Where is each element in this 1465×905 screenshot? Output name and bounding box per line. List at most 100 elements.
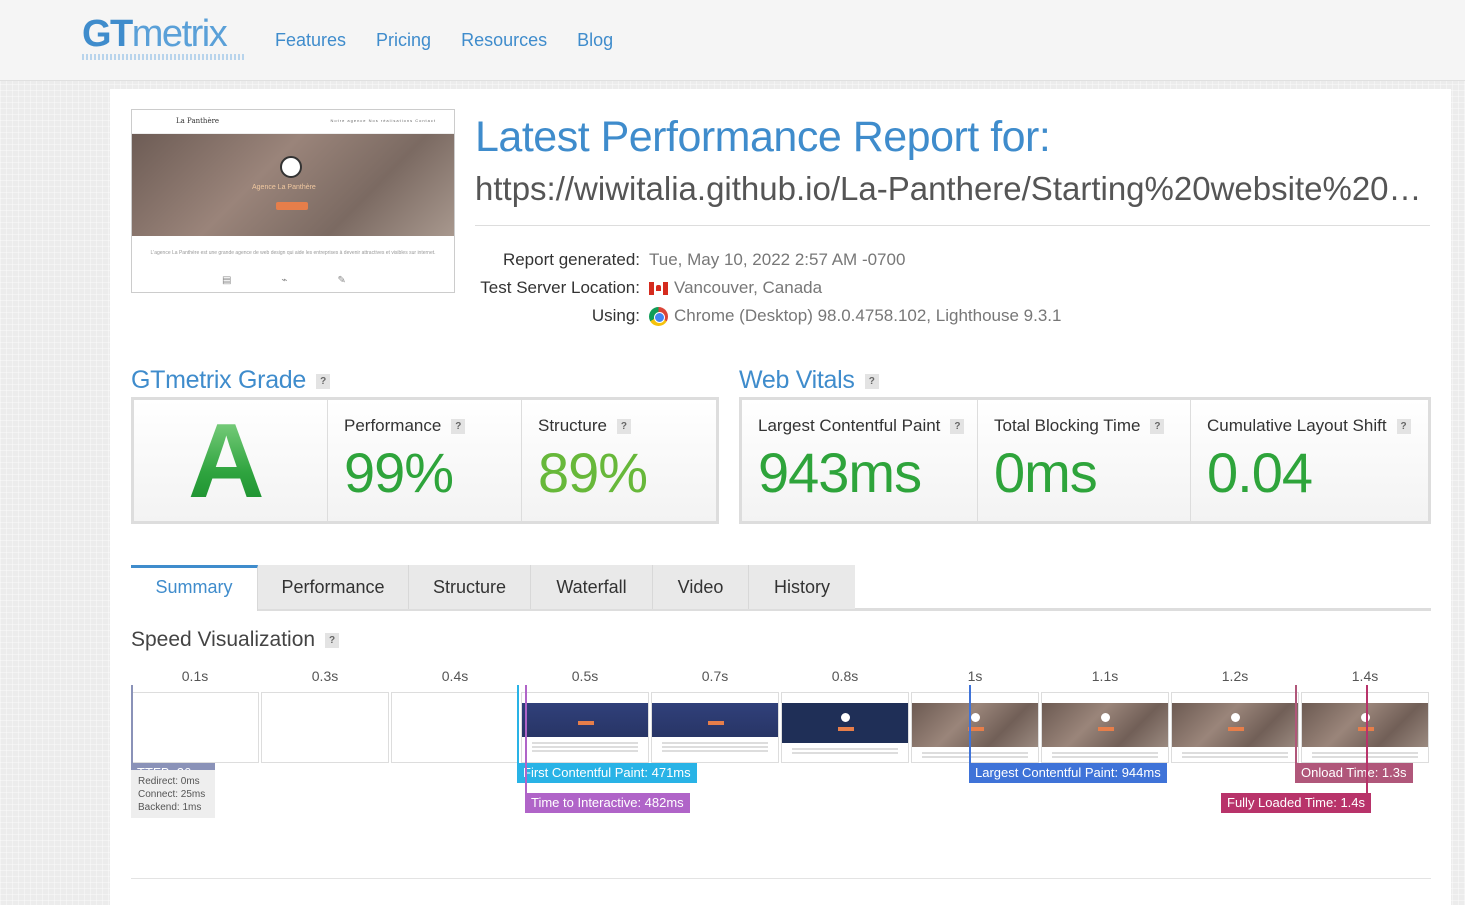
frame-partial[interactable] <box>521 692 649 763</box>
frame-time: 1.1s <box>1091 668 1119 684</box>
thumb-navbar: La Panthère Notre agence Nos réalisation… <box>132 110 454 134</box>
frame-blank[interactable] <box>261 692 389 763</box>
speed-filmstrip: 0.1s 0.3s 0.4s 0.5s 0.7s 0.8s 1s 1.1s 1.… <box>131 667 1431 867</box>
thumb-nav-links: Notre agence Nos réalisations Contact <box>330 118 436 123</box>
logo-underline <box>82 54 244 60</box>
layout-icon: ▤ <box>222 275 232 286</box>
frame-blank[interactable] <box>131 692 259 763</box>
frame-time: 0.1s <box>181 668 209 684</box>
help-icon[interactable]: ? <box>864 373 879 389</box>
ttfb-marker <box>131 685 133 775</box>
performance-value: 99% <box>344 441 454 504</box>
tab-video[interactable]: Video <box>653 565 749 609</box>
help-icon[interactable]: ? <box>451 419 466 435</box>
report-meta: Report generated: Tue, May 10, 2022 2:57… <box>460 246 1061 330</box>
divider <box>475 225 1430 226</box>
tab-waterfall[interactable]: Waterfall <box>531 565 653 609</box>
grade-heading: GTmetrix Grade? <box>131 365 330 395</box>
redirect-time: Redirect: 0ms <box>138 776 200 787</box>
using-label: Using: <box>591 306 640 325</box>
tab-history[interactable]: History <box>749 565 855 609</box>
tbt-value: 0ms <box>994 441 1098 504</box>
frame-partial[interactable] <box>651 692 779 763</box>
help-icon[interactable]: ? <box>616 419 631 435</box>
backend-time: Backend: 1ms <box>138 802 202 813</box>
help-icon[interactable]: ? <box>950 419 965 435</box>
tti-label: Time to Interactive: 482ms <box>525 793 690 813</box>
frame-time: 0.5s <box>571 668 599 684</box>
pencil-icon: ✎ <box>337 275 346 286</box>
nav-resources[interactable]: Resources <box>461 28 547 52</box>
help-icon[interactable]: ? <box>325 632 340 648</box>
nav-pricing[interactable]: Pricing <box>376 28 431 52</box>
tab-structure[interactable]: Structure <box>409 565 531 609</box>
frame-loaded[interactable] <box>1041 692 1169 763</box>
generated-value: Tue, May 10, 2022 2:57 AM -0700 <box>649 250 906 269</box>
report-url: https://wiwitalia.github.io/La-Panthere/… <box>475 170 1430 207</box>
page-screenshot-thumbnail[interactable]: La Panthère Notre agence Nos réalisation… <box>131 109 455 293</box>
top-header: GTmetrix Features Pricing Resources Blog <box>0 0 1465 81</box>
frame-loaded[interactable] <box>1301 692 1429 763</box>
tbt-card: Total Blocking Time? 0ms <box>978 400 1191 521</box>
speed-visualization-heading: Speed Visualization? <box>131 627 340 653</box>
thumb-body-text: L'agence La Panthère est une grande agen… <box>150 250 436 256</box>
frame-loaded[interactable] <box>911 692 1039 763</box>
thumb-contact-button <box>276 202 308 210</box>
thumb-hero: Agence La Panthère <box>132 134 454 236</box>
report-panel: La Panthère Notre agence Nos réalisation… <box>110 89 1451 905</box>
tti-marker <box>525 685 527 805</box>
chart-icon: ⌁ <box>281 275 288 286</box>
frame-time: 1.2s <box>1221 668 1249 684</box>
structure-value: 89% <box>538 441 648 504</box>
meta-location: Test Server Location: Vancouver, Canada <box>460 274 1061 302</box>
cls-card: Cumulative Layout Shift? 0.04 <box>1191 400 1428 521</box>
meta-using: Using: Chrome (Desktop) 98.0.4758.102, L… <box>460 302 1061 330</box>
fully-loaded-label: Fully Loaded Time: 1.4s <box>1221 793 1372 813</box>
location-label: Test Server Location: <box>480 278 640 297</box>
canada-flag-icon <box>649 281 668 295</box>
gtmetrix-logo[interactable]: GTmetrix <box>82 14 228 54</box>
lcp-label: Largest Contentful Paint: 944ms <box>969 763 1167 783</box>
nav-blog[interactable]: Blog <box>577 28 613 52</box>
meta-generated: Report generated: Tue, May 10, 2022 2:57… <box>460 246 1061 274</box>
frame-time: 1.4s <box>1351 668 1379 684</box>
vitals-cards: Largest Contentful Paint? 943ms Total Bl… <box>739 397 1431 524</box>
tab-summary[interactable]: Summary <box>131 565 258 611</box>
lcp-marker <box>969 685 971 775</box>
frame-blank[interactable] <box>391 692 519 763</box>
using-value: Chrome (Desktop) 98.0.4758.102, Lighthou… <box>674 306 1062 325</box>
thumb-brand: La Panthère <box>176 117 220 125</box>
grade-cards: A Performance? 99% Structure? 89% <box>131 397 719 524</box>
frame-time: 1s <box>967 668 983 684</box>
help-icon[interactable]: ? <box>1396 419 1411 435</box>
lcp-value: 943ms <box>758 441 922 504</box>
grade-letter-card: A <box>134 400 328 521</box>
vitals-heading: Web Vitals? <box>739 365 879 395</box>
chrome-icon <box>649 306 668 326</box>
help-icon[interactable]: ? <box>1150 419 1165 435</box>
performance-card: Performance? 99% <box>328 400 522 521</box>
thumb-hero-text: Agence La Panthère <box>252 184 316 191</box>
report-title: Latest Performance Report for: <box>475 113 1051 161</box>
cls-label: Cumulative Layout Shift <box>1207 416 1387 435</box>
frame-loaded[interactable] <box>1171 692 1299 763</box>
tbt-label: Total Blocking Time <box>994 416 1141 435</box>
generated-label: Report generated: <box>502 250 640 269</box>
help-icon[interactable]: ? <box>316 373 330 389</box>
frame-time: 0.8s <box>831 668 859 684</box>
lcp-label: Largest Contentful Paint <box>758 416 941 435</box>
structure-label: Structure <box>538 416 607 435</box>
divider <box>131 878 1431 879</box>
tab-performance[interactable]: Performance <box>258 565 409 609</box>
nav-features[interactable]: Features <box>275 28 346 52</box>
frame-time: 0.3s <box>311 668 339 684</box>
location-value: Vancouver, Canada <box>674 278 823 297</box>
onload-marker <box>1295 685 1297 775</box>
frame-time: 0.7s <box>701 668 729 684</box>
fcp-marker <box>517 685 519 775</box>
onload-label: Onload Time: 1.3s <box>1295 763 1413 783</box>
fully-loaded-marker <box>1366 685 1368 805</box>
frame-partial[interactable] <box>781 692 909 763</box>
structure-card: Structure? 89% <box>522 400 716 521</box>
cls-value: 0.04 <box>1207 441 1313 504</box>
